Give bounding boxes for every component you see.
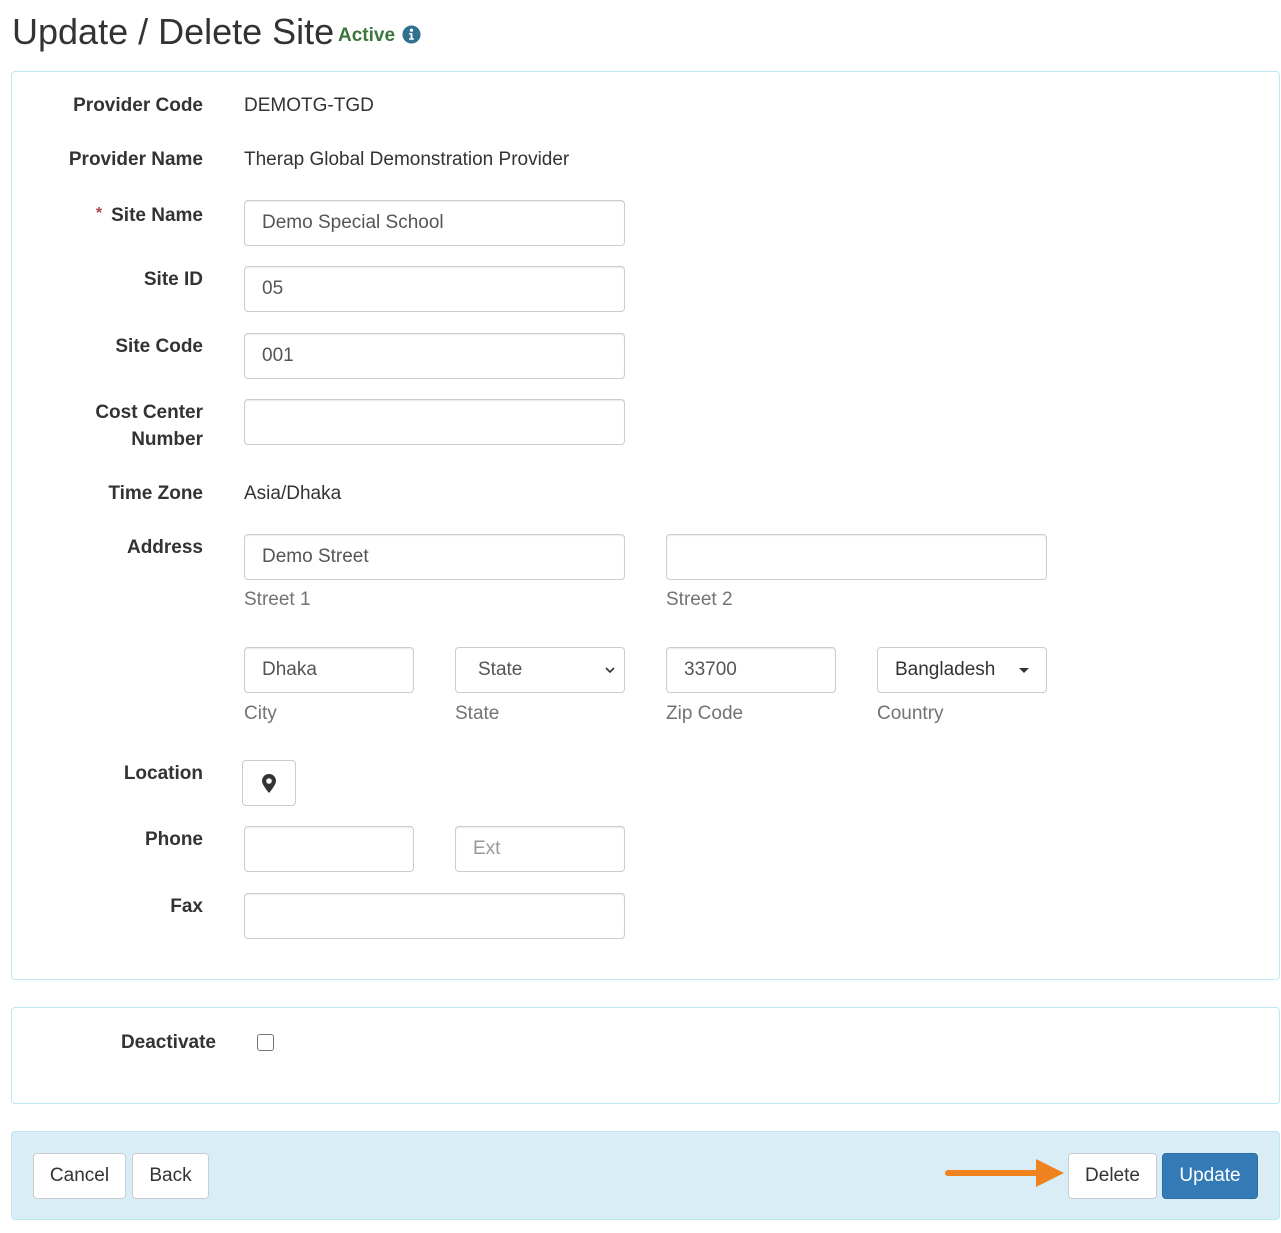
- time-zone-label: Time Zone: [108, 483, 203, 504]
- caret-down-icon: [1019, 668, 1029, 673]
- annotation-arrow-icon: [945, 1159, 1064, 1187]
- country-help: Country: [877, 703, 944, 724]
- state-select-value: State: [478, 659, 523, 680]
- zip-help: Zip Code: [666, 703, 744, 724]
- site-name-input[interactable]: [244, 200, 625, 246]
- street2-input[interactable]: [666, 534, 1047, 580]
- city-help: City: [244, 703, 277, 724]
- street1-help: Street 1: [244, 589, 311, 610]
- street2-help: Street 2: [666, 589, 733, 610]
- location-button[interactable]: [242, 760, 296, 806]
- cancel-button[interactable]: Cancel: [33, 1153, 126, 1199]
- page-title: Update / Delete Site: [12, 11, 335, 52]
- fax-input[interactable]: [244, 893, 625, 939]
- country-select[interactable]: Bangladesh: [877, 647, 1047, 693]
- site-name-label: * Site Name: [96, 200, 203, 229]
- location-label: Location: [123, 763, 203, 784]
- provider-name-value: Therap Global Demonstration Provider: [244, 149, 570, 170]
- provider-code-label: Provider Code: [73, 95, 203, 116]
- back-button[interactable]: Back: [132, 1153, 209, 1199]
- info-circle-icon[interactable]: [402, 25, 421, 44]
- state-select[interactable]: State: [455, 647, 625, 693]
- provider-code-value: DEMOTG-TGD: [244, 95, 374, 116]
- map-marker-icon: [262, 773, 276, 793]
- status-badge: Active: [338, 25, 396, 46]
- cost-center-input[interactable]: [244, 399, 625, 445]
- country-select-value: Bangladesh: [895, 659, 996, 680]
- site-code-input[interactable]: [244, 333, 625, 379]
- provider-name-label: Provider Name: [68, 149, 203, 170]
- fax-label: Fax: [170, 896, 203, 917]
- site-id-input[interactable]: [244, 266, 625, 312]
- phone-label: Phone: [144, 829, 203, 850]
- required-marker: *: [95, 205, 103, 222]
- address-label: Address: [126, 537, 203, 558]
- phone-ext-input[interactable]: [455, 826, 625, 872]
- phone-input[interactable]: [244, 826, 414, 872]
- site-code-label: Site Code: [115, 336, 203, 357]
- cost-center-label: Cost Center Number: [95, 402, 203, 450]
- delete-button[interactable]: Delete: [1068, 1153, 1157, 1199]
- chevron-down-icon: [605, 667, 615, 674]
- site-name-label-text: Site Name: [111, 205, 203, 226]
- update-button[interactable]: Update: [1162, 1153, 1258, 1199]
- street1-input[interactable]: [244, 534, 625, 580]
- deactivate-checkbox[interactable]: [257, 1034, 274, 1051]
- site-id-label: Site ID: [143, 269, 203, 290]
- time-zone-value: Asia/Dhaka: [244, 483, 342, 504]
- city-input[interactable]: [244, 647, 414, 693]
- zip-input[interactable]: [666, 647, 836, 693]
- state-help: State: [455, 703, 500, 724]
- deactivate-label: Deactivate: [120, 1032, 216, 1053]
